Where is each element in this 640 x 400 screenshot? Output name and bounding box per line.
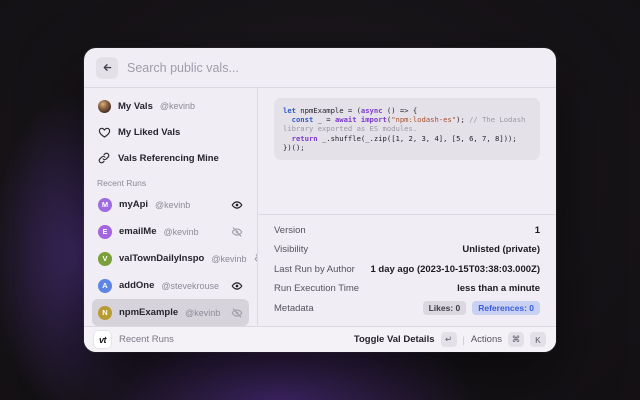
run-item-npmexample[interactable]: NnpmExample @kevinb (92, 299, 249, 326)
val-avatar: E (98, 225, 112, 239)
detail-label: Visibility (274, 244, 308, 255)
val-avatar: A (98, 279, 112, 293)
val-name: myApi (119, 199, 148, 210)
toggle-val-details-button[interactable]: Toggle Val Details (354, 334, 435, 345)
val-name: valTownDailyInspo (119, 253, 204, 264)
metadata-badges: Likes: 0 References: 0 (423, 301, 540, 315)
desktop-background: My Vals @kevinb My Liked Vals Vals Referenc… (0, 0, 640, 400)
arrow-left-icon (102, 62, 113, 73)
references-badge[interactable]: References: 0 (472, 301, 540, 315)
val-avatar: N (98, 306, 112, 320)
avatar-icon (97, 100, 111, 113)
eye-off-icon (230, 307, 243, 319)
footer-context-label: Recent Runs (119, 334, 174, 345)
sidebar-nav: My Vals @kevinb My Liked Vals Vals Referenc… (92, 93, 249, 171)
eye-off-icon (230, 226, 243, 238)
detail-panel: let npmExample = (async () => { const _ … (258, 88, 556, 326)
val-avatar: V (98, 252, 112, 266)
val-name: npmExample (119, 307, 178, 318)
val-details-rows: Version 1 Visibility Unlisted (private) Last… (274, 221, 540, 299)
command-key-badge: ⌘ (508, 332, 524, 347)
code-line: library exported as ES modules. (283, 124, 531, 133)
run-item-myapi[interactable]: MmyApi @kevinb (92, 191, 249, 218)
sidebar-item-label: Vals Referencing Mine (118, 153, 219, 164)
sidebar-item-my-liked-vals[interactable]: My Liked Vals (92, 119, 249, 145)
detail-value: 1 (535, 225, 540, 236)
metadata-label: Metadata (274, 303, 314, 314)
detail-row-version: Version 1 (274, 221, 540, 241)
footer-actions: Toggle Val Details ↵ | Actions ⌘ K (354, 332, 546, 347)
val-author-handle: @stevekrouse (161, 281, 219, 291)
detail-label: Last Run by Author (274, 264, 355, 275)
val-details: Version 1 Visibility Unlisted (private) Last… (258, 214, 556, 327)
back-button[interactable] (96, 57, 118, 79)
val-author-handle: @kevinb (211, 254, 246, 264)
detail-row-run-execution-time: Run Execution Time less than a minute (274, 279, 540, 299)
modal-body: My Vals @kevinb My Liked Vals Vals Referenc… (84, 88, 556, 326)
enter-key-badge: ↵ (441, 332, 457, 347)
code-preview-area: let npmExample = (async () => { const _ … (258, 88, 556, 214)
code-line: const _ = await import("npm:lodash-es");… (283, 115, 531, 124)
recent-runs-section-label: Recent Runs (97, 178, 244, 188)
val-name: emailMe (119, 226, 157, 237)
code-snippet: let npmExample = (async () => { const _ … (274, 98, 540, 160)
run-item-emailme[interactable]: EemailMe @kevinb (92, 218, 249, 245)
modal-footer: vt Recent Runs Toggle Val Details ↵ | Ac… (84, 326, 556, 352)
detail-value: 1 day ago (2023-10-15T03:38:03.000Z) (370, 264, 540, 275)
detail-row-last-run-by-author: Last Run by Author 1 day ago (2023-10-15T… (274, 260, 540, 280)
link-icon (97, 152, 111, 164)
sidebar: My Vals @kevinb My Liked Vals Vals Referenc… (84, 88, 258, 326)
kevinb-avatar (98, 100, 111, 113)
sidebar-item-label: My Liked Vals (118, 127, 180, 138)
heart-icon (97, 126, 111, 139)
run-item-valtowndailyinspo[interactable]: VvalTownDailyInspo @kevinb (92, 245, 249, 272)
detail-value: Unlisted (private) (462, 244, 540, 255)
sidebar-item-my-vals[interactable]: My Vals @kevinb (92, 93, 249, 119)
command-palette-modal: My Vals @kevinb My Liked Vals Vals Referenc… (84, 48, 556, 352)
detail-label: Run Execution Time (274, 283, 359, 294)
code-line: })(); (283, 143, 531, 152)
eye-icon (230, 199, 243, 211)
val-avatar: M (98, 198, 112, 212)
val-name: addOne (119, 280, 154, 291)
detail-row-visibility: Visibility Unlisted (private) (274, 240, 540, 260)
val-author-handle: @kevinb (185, 308, 220, 318)
valtown-logo: vt (94, 331, 111, 348)
recent-runs-list: MmyApi@kevinbEemailMe@kevinbVvalTownDail… (92, 191, 249, 326)
metadata-row: Metadata Likes: 0 References: 0 (274, 299, 540, 319)
sidebar-item-vals-referencing-mine[interactable]: Vals Referencing Mine (92, 145, 249, 171)
k-key-badge: K (530, 332, 546, 347)
search-input[interactable] (127, 61, 544, 75)
search-bar (84, 48, 556, 88)
actions-button[interactable]: Actions (471, 334, 502, 345)
sidebar-item-handle: @kevinb (160, 101, 195, 111)
footer-divider: | (463, 335, 465, 345)
code-line: return _.shuffle(_.zip([1, 2, 3, 4], [5,… (283, 134, 531, 143)
code-line: let npmExample = (async () => { (283, 106, 531, 115)
likes-badge: Likes: 0 (423, 301, 467, 315)
detail-value: less than a minute (457, 283, 540, 294)
val-author-handle: @kevinb (155, 200, 190, 210)
eye-icon (230, 280, 243, 292)
run-item-addone[interactable]: AaddOne @stevekrouse (92, 272, 249, 299)
val-author-handle: @kevinb (164, 227, 199, 237)
sidebar-item-label: My Vals (118, 101, 153, 112)
detail-label: Version (274, 225, 306, 236)
